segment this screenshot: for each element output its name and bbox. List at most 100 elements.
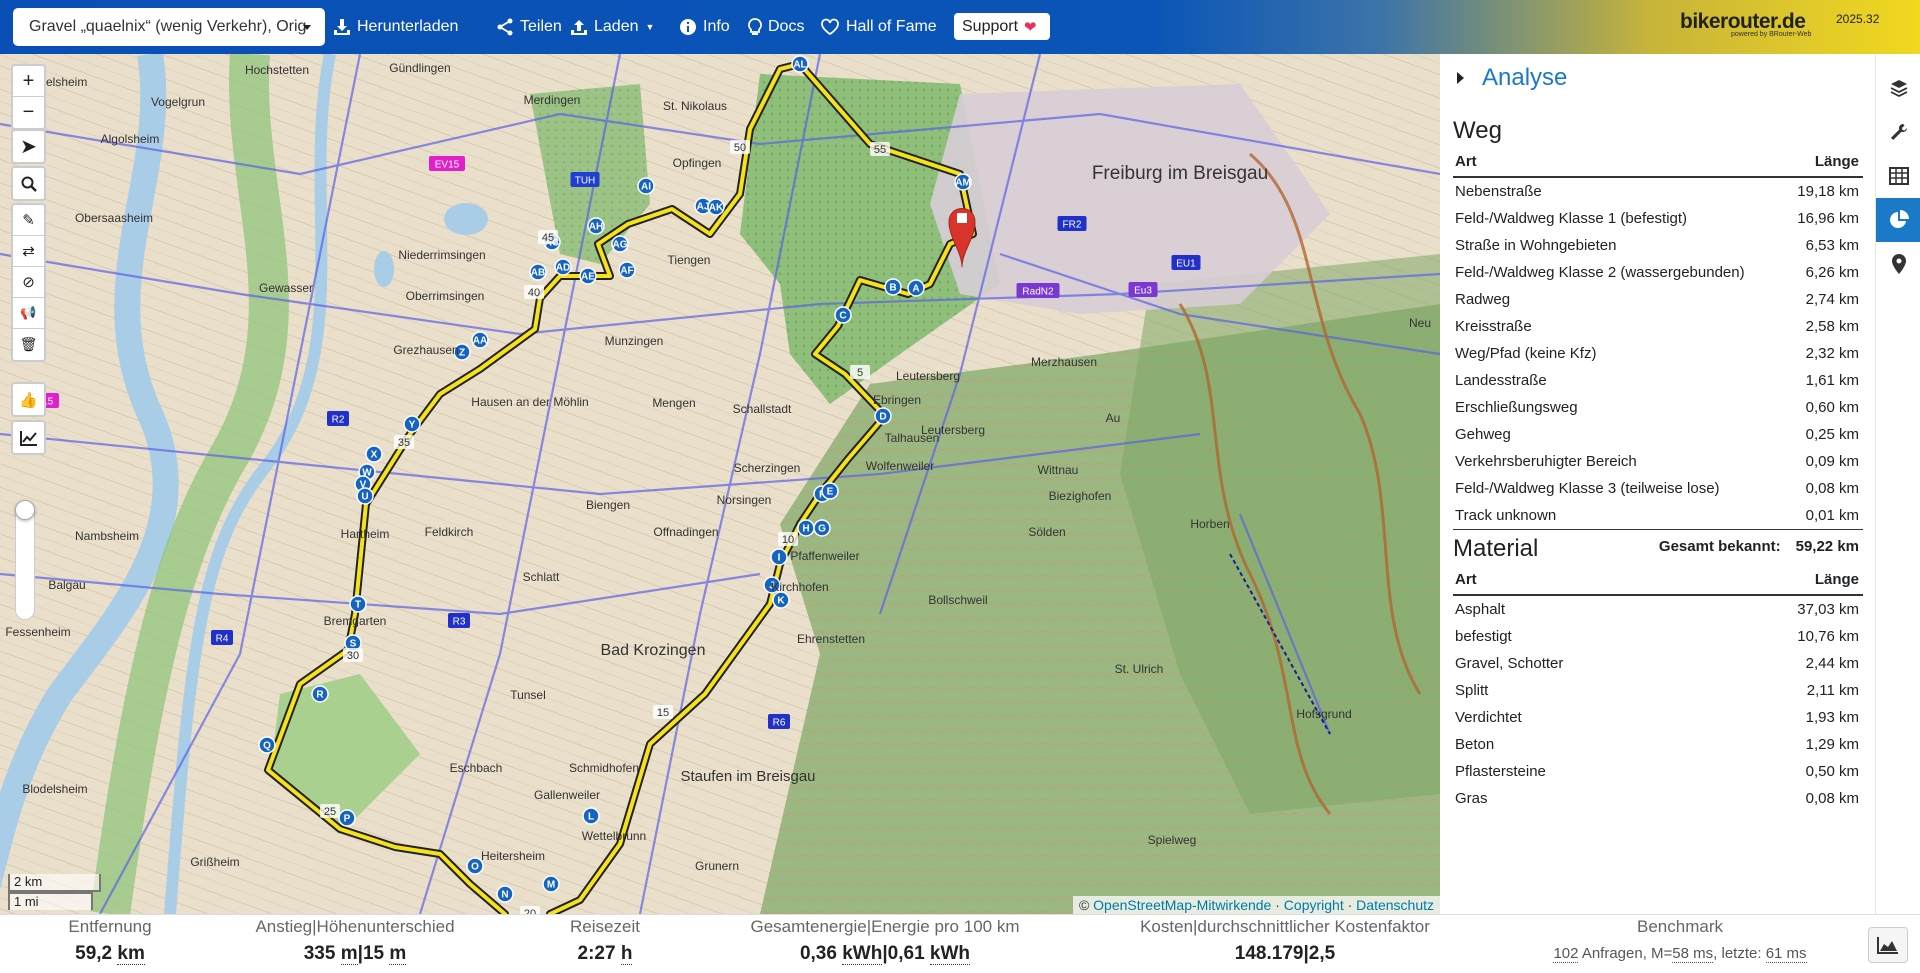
way-type: Verkehrsberuhigter Bereich: [1455, 453, 1637, 470]
ban-icon: ⊘: [22, 274, 35, 291]
load-button[interactable]: Laden ▼: [570, 0, 654, 54]
way-col-type[interactable]: Art: [1453, 151, 1785, 178]
docs-button[interactable]: Docs: [748, 0, 804, 54]
waypoint-marker[interactable]: AE: [579, 267, 597, 285]
share-button[interactable]: Teilen: [496, 0, 562, 54]
waypoint-marker[interactable]: R: [311, 685, 329, 703]
waypoint-marker[interactable]: AK: [707, 198, 725, 216]
way-row[interactable]: Weg/Pfad (keine Kfz) 2,32 km: [1453, 340, 1863, 367]
material-col-length[interactable]: Länge: [1708, 569, 1863, 596]
way-length: 1,61 km: [1805, 372, 1859, 389]
osm-contributors-link[interactable]: OpenStreetMap-Mitwirkende: [1093, 897, 1271, 913]
hall-of-fame-button[interactable]: Hall of Fame: [820, 0, 937, 54]
waypoint-marker[interactable]: T: [349, 595, 367, 613]
way-row[interactable]: Kreisstraße 2,58 km: [1453, 313, 1863, 340]
waypoint-label: AL: [793, 60, 806, 71]
waypoint-marker[interactable]: P: [338, 809, 356, 827]
material-col-type[interactable]: Art: [1453, 569, 1709, 596]
place-label: Blodelsheim: [22, 782, 87, 796]
way-row[interactable]: Verkehrsberuhigter Bereich 0,09 km: [1453, 448, 1863, 475]
way-row[interactable]: Feld-/Waldweg Klasse 3 (teilweise lose) 0…: [1453, 475, 1863, 502]
waypoint-marker[interactable]: AI: [637, 177, 655, 195]
place-label: Sölden: [1028, 525, 1065, 539]
poi-tab[interactable]: [1876, 242, 1920, 286]
layers-tab[interactable]: [1876, 66, 1920, 110]
waypoint-marker[interactable]: L: [582, 807, 600, 825]
waypoint-marker[interactable]: AD: [554, 258, 572, 276]
privacy-link[interactable]: Datenschutz: [1356, 897, 1434, 913]
thumbs-up-button[interactable]: 👍: [13, 384, 44, 415]
elevation-profile-button[interactable]: [1868, 927, 1908, 963]
data-table-tab[interactable]: [1876, 154, 1920, 198]
waypoint-marker[interactable]: AB: [529, 263, 547, 281]
waypoint-marker[interactable]: AL: [791, 55, 809, 73]
material-row[interactable]: Beton 1,29 km: [1453, 731, 1863, 758]
way-row[interactable]: Track unknown 0,01 km: [1453, 502, 1863, 530]
waypoint-marker[interactable]: I: [770, 548, 788, 566]
way-row[interactable]: Feld-/Waldweg Klasse 2 (wassergebunden) 6…: [1453, 259, 1863, 286]
waypoint-marker[interactable]: AA: [471, 331, 489, 349]
zoom-control: + −: [11, 64, 46, 130]
way-col-length[interactable]: Länge: [1784, 151, 1863, 178]
draw-route-button[interactable]: ✎: [13, 205, 44, 236]
waypoint-marker[interactable]: H: [797, 519, 815, 537]
way-row[interactable]: Straße in Wohngebieten 6,53 km: [1453, 232, 1863, 259]
search-button[interactable]: [13, 168, 44, 199]
support-button[interactable]: Support ❤: [954, 13, 1050, 40]
settings-tab[interactable]: [1876, 110, 1920, 154]
map-canvas[interactable]: ALAMAIAJAKAHAGACABADAEAFAAZYXWVUTSRQPONM…: [0, 54, 1440, 914]
material-row[interactable]: befestigt 10,76 km: [1453, 623, 1863, 650]
zoom-in-button[interactable]: +: [13, 66, 44, 97]
route-badge-label: RadN2: [1022, 287, 1054, 298]
waypoint-marker[interactable]: AH: [587, 217, 605, 235]
poi-button[interactable]: 📢: [13, 298, 44, 329]
waypoint-marker[interactable]: A: [907, 279, 925, 297]
zoom-out-button[interactable]: −: [13, 97, 44, 128]
waypoint-marker[interactable]: D: [874, 407, 892, 425]
material-row[interactable]: Gravel, Schotter 2,44 km: [1453, 650, 1863, 677]
table-icon: [1888, 167, 1909, 185]
place-label: Fessenheim: [5, 625, 70, 639]
waypoint-marker[interactable]: U: [356, 487, 374, 505]
material-row[interactable]: Verdichtet 1,93 km: [1453, 704, 1863, 731]
info-button[interactable]: Info: [679, 0, 730, 54]
delete-route-button[interactable]: 🗑: [13, 329, 44, 360]
way-row[interactable]: Erschließungsweg 0,60 km: [1453, 394, 1863, 421]
way-row[interactable]: Nebenstraße 19,18 km: [1453, 177, 1863, 205]
waypoint-marker[interactable]: G: [813, 519, 831, 537]
waypoint-marker[interactable]: AM: [954, 173, 972, 191]
elevation-toggle-button[interactable]: [13, 422, 44, 453]
waypoint-marker[interactable]: Y: [403, 415, 421, 433]
waypoint-marker[interactable]: M: [542, 875, 560, 893]
waypoint-marker[interactable]: C: [834, 306, 852, 324]
opacity-slider[interactable]: [15, 500, 35, 620]
waypoint-marker[interactable]: B: [884, 278, 902, 296]
way-row[interactable]: Gehweg 0,25 km: [1453, 421, 1863, 448]
profile-select[interactable]: Gravel „quaelnix“ (wenig Verkehr), Orig: [13, 8, 325, 46]
analyse-toggle[interactable]: Analyse: [1457, 64, 1567, 92]
material-row[interactable]: Gras 0,08 km: [1453, 785, 1863, 812]
copyright-link[interactable]: Copyright: [1284, 897, 1344, 913]
waypoint-marker[interactable]: X: [365, 445, 383, 463]
waypoint-marker[interactable]: N: [496, 885, 514, 903]
locate-control: ➤: [11, 129, 46, 164]
waypoint-marker[interactable]: E: [821, 482, 839, 500]
slider-handle[interactable]: [15, 500, 35, 520]
no-go-area-button[interactable]: ⊘: [13, 267, 44, 298]
material-row[interactable]: Asphalt 37,03 km: [1453, 595, 1863, 623]
waypoint-marker[interactable]: K: [772, 591, 790, 609]
way-row[interactable]: Feld-/Waldweg Klasse 1 (befestigt) 16,96 …: [1453, 205, 1863, 232]
way-row[interactable]: Radweg 2,74 km: [1453, 286, 1863, 313]
way-type: Gehweg: [1455, 426, 1511, 443]
waypoint-marker[interactable]: AF: [618, 261, 636, 279]
locate-button[interactable]: ➤: [13, 131, 44, 162]
analysis-tab[interactable]: [1876, 198, 1920, 242]
way-row[interactable]: Landesstraße 1,61 km: [1453, 367, 1863, 394]
waypoint-marker[interactable]: AG: [611, 235, 629, 253]
material-row[interactable]: Pflastersteine 0,50 km: [1453, 758, 1863, 785]
cost-factor-value: 2,5: [1308, 943, 1336, 964]
waypoint-marker[interactable]: Q: [258, 736, 276, 754]
reverse-route-button[interactable]: ⇄: [13, 236, 44, 267]
material-row[interactable]: Splitt 2,11 km: [1453, 677, 1863, 704]
download-button[interactable]: Herunterladen: [333, 0, 458, 54]
